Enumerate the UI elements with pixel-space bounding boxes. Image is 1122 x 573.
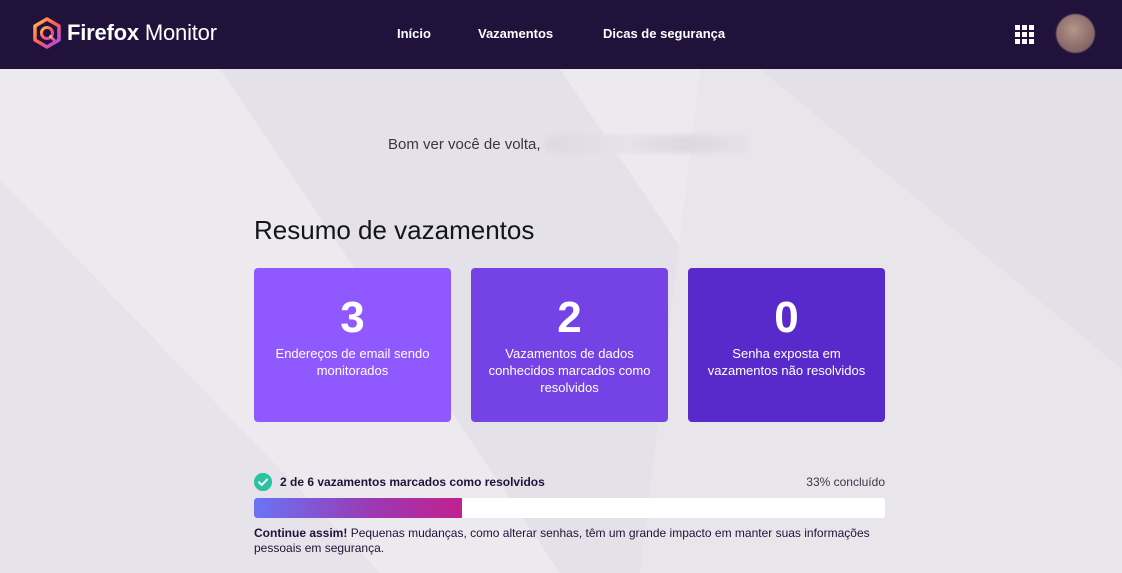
greeting-text: Bom ver você de volta, bbox=[388, 135, 541, 153]
stat-value: 3 bbox=[340, 293, 365, 342]
encouragement-text: Pequenas mudanças, como alterar senhas, … bbox=[254, 526, 870, 555]
stat-card-monitored-emails: 3 Endereços de email sendo monitorados bbox=[254, 268, 451, 422]
stat-value: 2 bbox=[557, 293, 582, 342]
stat-card-exposed-passwords: 0 Senha exposta em vazamentos não resolv… bbox=[688, 268, 885, 422]
breach-stat-cards: 3 Endereços de email sendo monitorados 2… bbox=[254, 268, 885, 422]
breach-summary-title: Resumo de vazamentos bbox=[254, 215, 535, 245]
user-avatar[interactable] bbox=[1056, 14, 1095, 53]
nav-link-dicas-de-seguranca[interactable]: Dicas de segurança bbox=[603, 26, 725, 41]
grid-apps-icon[interactable] bbox=[1015, 25, 1034, 44]
nav-link-vazamentos[interactable]: Vazamentos bbox=[478, 26, 553, 41]
top-navbar: Firefox Monitor Início Vazamentos Dicas … bbox=[0, 0, 1122, 69]
progress-label: 2 de 6 vazamentos marcados como resolvid… bbox=[280, 475, 545, 489]
stat-label: Endereços de email sendo monitorados bbox=[275, 346, 430, 378]
dashboard-main: Bom ver você de volta, Resumo de vazamen… bbox=[0, 69, 1122, 573]
progress-bar-fill bbox=[254, 498, 463, 518]
check-circle-icon bbox=[254, 473, 272, 491]
stat-label: Senha exposta em vazamentos não resolvid… bbox=[707, 346, 866, 378]
progress-percent: 33% concluído bbox=[806, 475, 885, 489]
stat-value: 0 bbox=[774, 293, 799, 342]
stat-label: Vazamentos de dados conhecidos marcados … bbox=[488, 346, 651, 395]
redacted-email bbox=[544, 135, 749, 153]
encouragement-bold: Continue assim! bbox=[254, 526, 348, 540]
firefox-monitor-logo-icon bbox=[33, 17, 61, 49]
encouragement-message: Continue assim! Pequenas mudanças, como … bbox=[254, 526, 885, 556]
nav-link-inicio[interactable]: Início bbox=[397, 26, 431, 41]
brand-logo-link[interactable]: Firefox Monitor bbox=[31, 17, 217, 49]
brand-name: Firefox Monitor bbox=[67, 20, 217, 45]
welcome-greeting: Bom ver você de volta, bbox=[388, 135, 749, 153]
progress-bar bbox=[254, 498, 885, 518]
stat-card-resolved-breaches: 2 Vazamentos de dados conhecidos marcado… bbox=[471, 268, 668, 422]
